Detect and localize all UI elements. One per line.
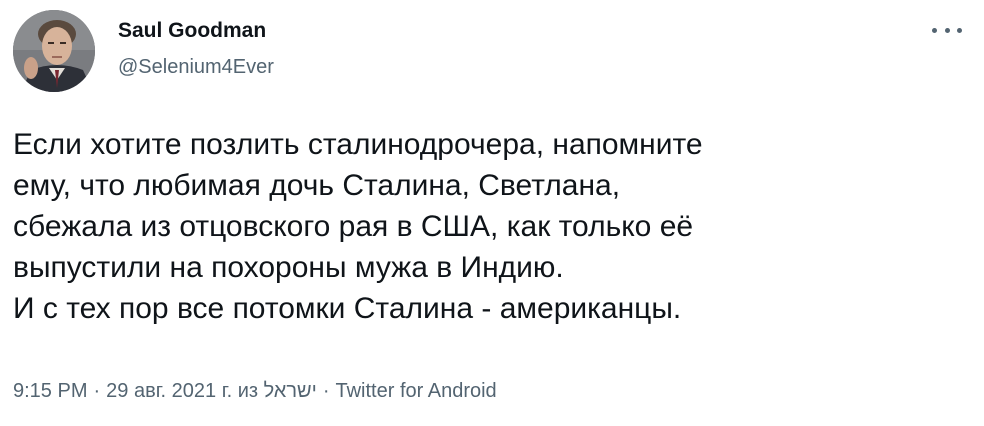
- author-block: Saul Goodman @Selenium4Ever: [118, 18, 274, 80]
- tweet-text: Если хотите позлить сталинодрочера, напо…: [13, 124, 953, 329]
- tweet-source-link[interactable]: Twitter for Android: [336, 380, 497, 402]
- more-horizontal-icon: [944, 27, 950, 33]
- more-horizontal-icon: [957, 27, 962, 33]
- more-horizontal-icon: [932, 27, 937, 33]
- tweet-text-line: выпустили на похороны мужа в Индию.: [13, 251, 564, 284]
- user-handle[interactable]: @Selenium4Ever: [118, 54, 274, 80]
- tweet-time[interactable]: 9:15 PM: [13, 380, 87, 402]
- tweet-text-line: Если хотите позлить сталинодрочера, напо…: [13, 128, 703, 161]
- more-options-button[interactable]: [932, 22, 962, 38]
- separator: ·: [93, 380, 101, 402]
- avatar[interactable]: [13, 10, 95, 92]
- tweet-text-line: И с тех пор все потомки Сталина - америк…: [13, 292, 682, 325]
- tweet-metadata: 9:15 PM · 29 авг. 2021 г. из ישראל · Twitter…: [13, 378, 497, 404]
- tweet-card: Saul Goodman @Selenium4Ever Если хотите …: [0, 0, 984, 426]
- display-name[interactable]: Saul Goodman: [118, 18, 274, 44]
- tweet-text-line: сбежала из отцовского рая в США, как тол…: [13, 210, 694, 243]
- avatar-photo: [13, 10, 95, 92]
- separator: ·: [322, 380, 330, 402]
- tweet-text-line: ему, что любимая дочь Сталина, Светлана,: [13, 169, 621, 202]
- tweet-date[interactable]: 29 авг. 2021 г. из ישראל: [106, 380, 317, 402]
